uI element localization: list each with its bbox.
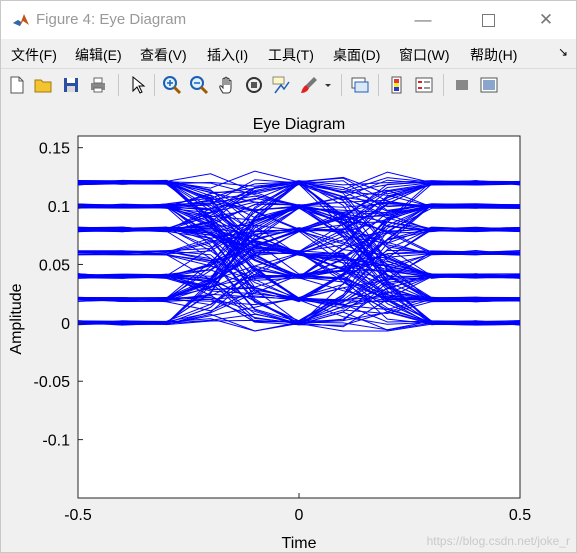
zoom-out-icon[interactable]: [189, 75, 209, 95]
select-pointer-icon[interactable]: [127, 75, 147, 95]
axes-box: [77, 135, 521, 499]
print-icon[interactable]: [88, 75, 108, 95]
show-plot-tools-icon[interactable]: [479, 75, 499, 95]
hide-plot-tools-icon[interactable]: [452, 75, 472, 95]
minimize-button[interactable]: —: [400, 1, 446, 39]
x-tick-label: 0: [295, 507, 304, 524]
title-bar: Figure 4: Eye Diagram — ✕: [1, 1, 576, 39]
eye-diagram-chart[interactable]: -0.5 0 0.5 0.15 0.1 0.05 0 -0.05 -0.1 Eye Diagra…: [1, 102, 576, 552]
toolbar-separator: [443, 74, 444, 96]
menu-edit[interactable]: 编辑(E): [75, 45, 122, 65]
menu-insert[interactable]: 插入(I): [207, 45, 248, 65]
y-axis-label: Amplitude: [8, 283, 25, 354]
window-title: Figure 4: Eye Diagram: [36, 11, 187, 28]
menu-bar: 文件(F) 编辑(E) 查看(V) 插入(I) 工具(T) 桌面(D) 窗口(W…: [1, 39, 576, 67]
rotate-3d-icon[interactable]: [244, 75, 264, 95]
toolbar-separator: [118, 74, 119, 96]
menu-window[interactable]: 窗口(W): [399, 45, 450, 65]
legend-icon[interactable]: [414, 75, 434, 95]
toolbar-separator: [154, 74, 155, 96]
matlab-logo-icon: [12, 11, 30, 29]
figure-window: Figure 4: Eye Diagram — ✕ 文件(F) 编辑(E) 查看…: [0, 0, 577, 553]
dropdown-arrow-icon[interactable]: [323, 75, 333, 95]
y-tick-label: 0.15: [39, 141, 70, 158]
menu-tools[interactable]: 工具(T): [268, 45, 314, 65]
maximize-button[interactable]: [465, 1, 511, 39]
figure-toolbar: [1, 68, 576, 103]
pan-hand-icon[interactable]: [217, 75, 237, 95]
x-tick-label: 0.5: [509, 507, 531, 524]
y-tick-label: -0.05: [34, 374, 71, 391]
watermark: https://blog.csdn.net/joke_r: [426, 534, 570, 548]
close-icon: ✕: [538, 10, 554, 29]
chart-title: Eye Diagram: [253, 116, 345, 133]
y-tick-label: 0: [61, 316, 70, 333]
save-icon[interactable]: [61, 75, 81, 95]
menu-file[interactable]: 文件(F): [11, 45, 57, 65]
menu-help[interactable]: 帮助(H): [470, 45, 517, 65]
close-button[interactable]: ✕: [523, 1, 569, 39]
x-axis-label: Time: [282, 535, 317, 552]
brush-icon[interactable]: [299, 75, 319, 95]
figure-canvas: -0.5 0 0.5 0.15 0.1 0.05 0 -0.05 -0.1 Eye Diagra…: [1, 102, 576, 552]
new-figure-icon[interactable]: [7, 75, 27, 95]
maximize-icon: [481, 13, 495, 27]
toolbar-separator: [378, 74, 379, 96]
link-plot-icon[interactable]: [350, 75, 370, 95]
y-tick-label: -0.1: [42, 433, 70, 450]
dock-arrow-icon[interactable]: ↘: [558, 45, 568, 59]
toolbar-separator: [341, 74, 342, 96]
data-cursor-icon[interactable]: [271, 75, 291, 95]
zoom-in-icon[interactable]: [162, 75, 182, 95]
open-file-icon[interactable]: [33, 75, 53, 95]
minimize-icon: —: [414, 10, 432, 29]
colorbar-icon[interactable]: [387, 75, 407, 95]
menu-desktop[interactable]: 桌面(D): [333, 45, 380, 65]
y-tick-label: 0.05: [39, 257, 70, 274]
y-tick-label: 0.1: [48, 199, 70, 216]
x-tick-label: -0.5: [64, 507, 92, 524]
menu-view[interactable]: 查看(V): [140, 45, 187, 65]
